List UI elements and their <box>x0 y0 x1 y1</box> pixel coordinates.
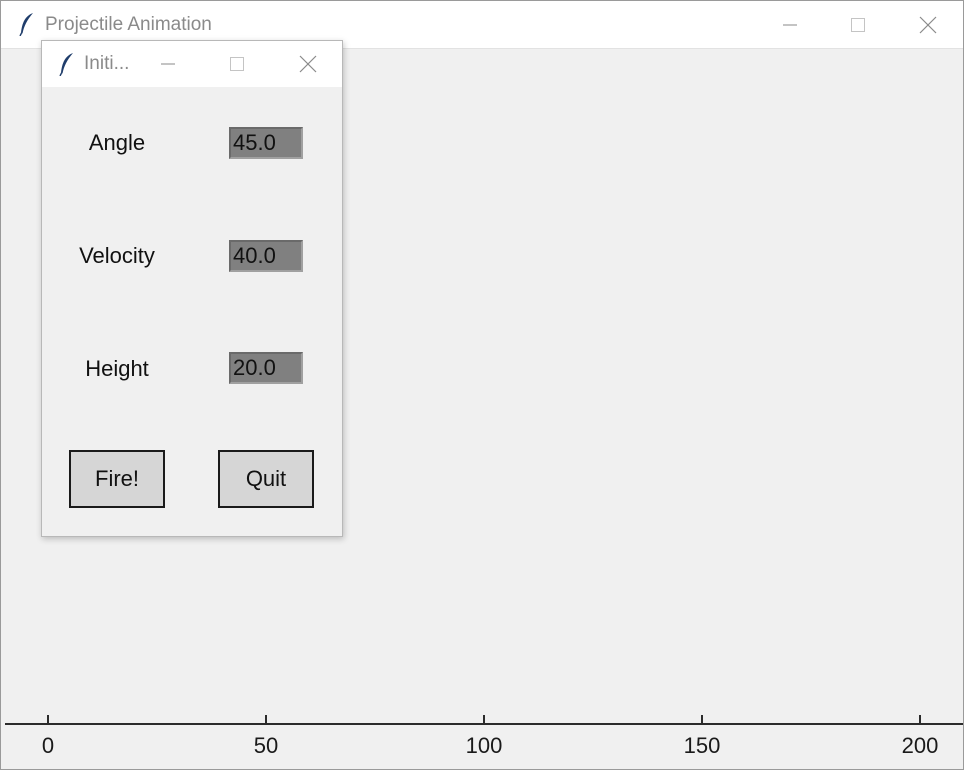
x-axis-tick <box>483 715 485 723</box>
velocity-label: Velocity <box>79 243 155 268</box>
x-axis-tick-label: 0 <box>41 733 55 758</box>
minimize-button[interactable] <box>759 1 821 49</box>
minimize-icon <box>161 63 175 65</box>
window-title: Projectile Animation <box>45 14 212 35</box>
height-label: Height <box>85 356 149 381</box>
x-axis-tick-label: 100 <box>465 733 503 758</box>
velocity-input[interactable] <box>229 240 303 272</box>
feather-icon <box>19 12 35 37</box>
dialog-maximize-button[interactable] <box>212 41 262 87</box>
dialog-minimize-button[interactable] <box>143 41 193 87</box>
initial-values-dialog: Initi... Angle Velocity Height Fire! Qui… <box>41 40 343 537</box>
dialog-title: Initi... <box>84 53 130 74</box>
x-axis-tick-label: 200 <box>901 733 939 758</box>
close-button[interactable] <box>897 1 959 49</box>
minimize-icon <box>783 24 797 26</box>
height-input[interactable] <box>229 352 303 384</box>
x-axis-tick-label: 50 <box>253 733 279 758</box>
quit-button[interactable]: Quit <box>218 450 314 508</box>
maximize-button[interactable] <box>827 1 889 49</box>
x-axis-tick <box>919 715 921 723</box>
x-axis-tick <box>701 715 703 723</box>
x-axis-tick <box>265 715 267 723</box>
maximize-icon <box>230 57 244 71</box>
x-axis-line <box>5 723 963 725</box>
x-axis-tick-label: 150 <box>683 733 721 758</box>
close-icon <box>299 55 317 73</box>
feather-icon <box>59 52 75 77</box>
dialog-titlebar[interactable]: Initi... <box>42 41 342 87</box>
angle-label: Angle <box>88 130 146 155</box>
maximize-icon <box>851 18 865 32</box>
fire-button[interactable]: Fire! <box>69 450 165 508</box>
close-icon <box>919 16 937 34</box>
x-axis-tick <box>47 715 49 723</box>
dialog-close-button[interactable] <box>283 41 333 87</box>
angle-input[interactable] <box>229 127 303 159</box>
